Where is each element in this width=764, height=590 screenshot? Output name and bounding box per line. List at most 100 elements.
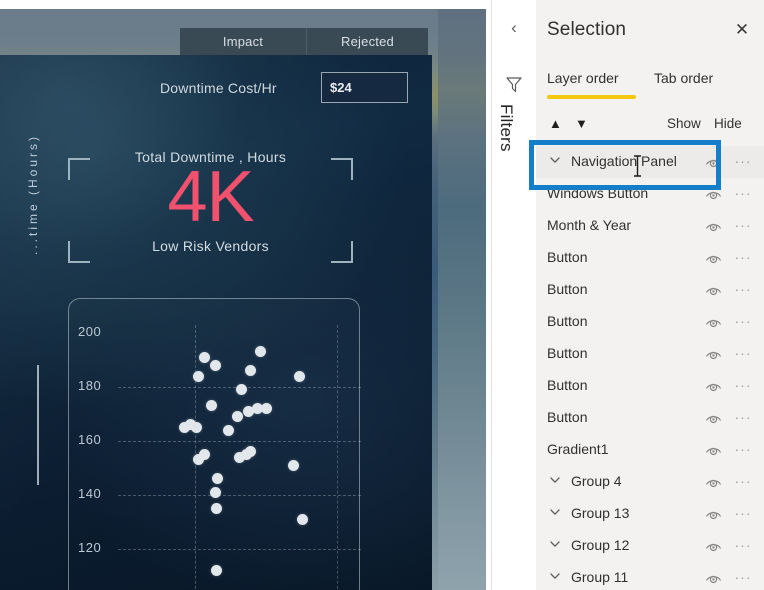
report-wallpaper-right (438, 9, 491, 590)
scatter-point[interactable] (223, 424, 235, 436)
kpi-card-total-downtime[interactable]: Total Downtime , Hours 4K Low Risk Vendo… (68, 133, 353, 263)
filters-label: Filters (497, 104, 516, 152)
vertical-gridline (337, 325, 338, 590)
layer-row[interactable]: Button ··· (536, 402, 764, 434)
eye-visibility-icon[interactable] (705, 346, 722, 362)
scatter-point[interactable] (206, 400, 218, 412)
report-tab-bar: Impact Rejected (180, 28, 428, 55)
scatter-point[interactable] (254, 346, 266, 358)
more-options-icon[interactable]: ··· (733, 440, 753, 458)
chevron-down-icon[interactable] (547, 153, 563, 169)
more-options-icon[interactable]: ··· (733, 504, 753, 522)
more-options-icon[interactable]: ··· (733, 280, 753, 298)
eye-visibility-icon[interactable] (705, 378, 722, 394)
layer-row[interactable]: Group 12 ··· (536, 530, 764, 562)
right-rail: ‹ Filters Selection ✕ Layer order Tab or… (491, 0, 764, 590)
close-icon[interactable]: ✕ (732, 20, 752, 40)
scatter-point[interactable] (232, 411, 244, 423)
vertical-gridline (195, 325, 196, 590)
layer-row[interactable]: Button ··· (536, 242, 764, 274)
tab-impact[interactable]: Impact (180, 28, 306, 55)
more-options-icon[interactable]: ··· (733, 472, 753, 490)
layer-row[interactable]: Group 4 ··· (536, 466, 764, 498)
more-options-icon[interactable]: ··· (733, 152, 753, 170)
layer-row[interactable]: Button ··· (536, 338, 764, 370)
scatter-point[interactable] (209, 359, 221, 371)
y-axis-tick-label: 120 (78, 540, 102, 555)
more-options-icon[interactable]: ··· (733, 536, 753, 554)
y-axis-tick-label: 160 (78, 432, 102, 447)
hide-column-header: Hide (714, 116, 742, 131)
eye-visibility-icon[interactable] (705, 538, 722, 554)
layer-row[interactable]: Windows Button ··· (536, 178, 764, 210)
layer-name-label: Button (547, 345, 588, 361)
layer-row[interactable]: Group 13 ··· (536, 498, 764, 530)
scatter-point[interactable] (244, 365, 256, 377)
tab-rejected[interactable]: Rejected (306, 28, 428, 55)
eye-visibility-icon[interactable] (705, 442, 722, 458)
scatter-point[interactable] (287, 459, 299, 471)
scatter-point[interactable] (209, 486, 221, 498)
tab-tab-order[interactable]: Tab order (654, 70, 713, 86)
layer-name-label: Group 13 (571, 505, 630, 521)
eye-visibility-icon[interactable] (705, 314, 722, 330)
scatter-point[interactable] (293, 370, 305, 382)
filters-strip[interactable]: ‹ Filters (492, 0, 536, 590)
scatter-chart-card[interactable]: 200180160140120100 (68, 298, 361, 590)
selection-pane-title: Selection (547, 19, 627, 40)
layer-row[interactable]: Month & Year ··· (536, 210, 764, 242)
more-options-icon[interactable]: ··· (733, 344, 753, 362)
layer-row[interactable]: Navigation Panel ··· (536, 146, 764, 178)
more-options-icon[interactable]: ··· (733, 312, 753, 330)
more-options-icon[interactable]: ··· (733, 248, 753, 266)
scatter-point[interactable] (235, 384, 247, 396)
eye-visibility-icon[interactable] (705, 250, 722, 266)
scatter-point[interactable] (210, 503, 222, 514)
move-down-icon[interactable]: ▼ (575, 116, 588, 131)
downtime-cost-input[interactable]: $24 (321, 72, 408, 103)
more-options-icon[interactable]: ··· (733, 568, 753, 586)
layer-row[interactable]: Button ··· (536, 306, 764, 338)
eye-visibility-icon[interactable] (705, 218, 722, 234)
more-options-icon[interactable]: ··· (733, 184, 753, 202)
chevron-down-icon[interactable] (547, 505, 563, 521)
report-page: Downtime Cost/Hr $24 Total Downtime , Ho… (0, 55, 432, 590)
scatter-point[interactable] (211, 473, 223, 485)
scatter-point[interactable] (191, 422, 203, 433)
eye-visibility-icon[interactable] (705, 410, 722, 426)
scatter-point[interactable] (210, 565, 222, 577)
eye-visibility-icon[interactable] (705, 570, 722, 586)
eye-visibility-icon[interactable] (705, 154, 722, 170)
selection-pane: Selection ✕ Layer order Tab order ▲ ▼ Sh… (536, 0, 764, 590)
more-options-icon[interactable]: ··· (733, 408, 753, 426)
more-options-icon[interactable]: ··· (733, 216, 753, 234)
layer-name-label: Button (547, 409, 588, 425)
downtime-cost-row: Downtime Cost/Hr $24 (0, 72, 432, 112)
layer-row[interactable]: Button ··· (536, 274, 764, 306)
chevron-down-icon[interactable] (547, 473, 563, 489)
more-options-icon[interactable]: ··· (733, 376, 753, 394)
layer-row[interactable]: Group 11 ··· (536, 562, 764, 590)
y-axis-line (37, 365, 39, 485)
scatter-point[interactable] (297, 513, 309, 525)
tab-layer-order[interactable]: Layer order (547, 70, 619, 86)
eye-visibility-icon[interactable] (705, 506, 722, 522)
scatter-point[interactable] (198, 351, 210, 363)
chevron-down-icon[interactable] (547, 537, 563, 553)
move-up-icon[interactable]: ▲ (549, 116, 562, 131)
chevron-down-icon[interactable] (547, 569, 563, 585)
layer-name-label: Gradient1 (547, 441, 609, 457)
eye-visibility-icon[interactable] (705, 282, 722, 298)
downtime-cost-label: Downtime Cost/Hr (160, 80, 277, 96)
filter-funnel-icon[interactable] (504, 74, 524, 94)
show-column-header: Show (667, 116, 701, 131)
layer-row[interactable]: Gradient1 ··· (536, 434, 764, 466)
chevron-left-icon[interactable]: ‹ (504, 18, 524, 38)
horizontal-gridline (118, 495, 361, 496)
scatter-point[interactable] (244, 446, 256, 458)
selection-tab-bar: Layer order Tab order (547, 70, 757, 104)
eye-visibility-icon[interactable] (705, 186, 722, 202)
scatter-point[interactable] (261, 403, 273, 415)
layer-row[interactable]: Button ··· (536, 370, 764, 402)
eye-visibility-icon[interactable] (705, 474, 722, 490)
